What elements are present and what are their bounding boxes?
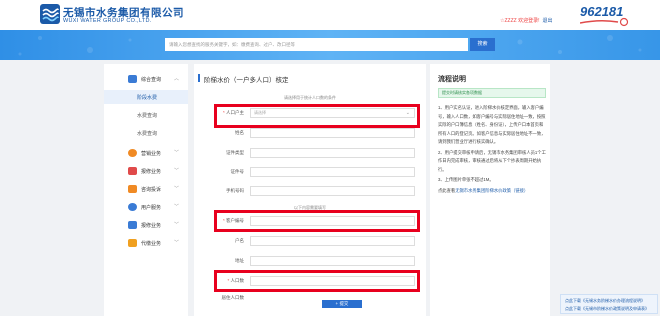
company-name-en: WUXI WATER GROUP CO.,LTD. [63, 18, 152, 24]
population-input[interactable] [250, 276, 415, 286]
sidebar-item-consult[interactable]: 咨询投诉 ﹀ [104, 182, 188, 196]
title-accent-bar [198, 74, 200, 82]
sidebar: 综合查询 ︿ 阶段水费 水费查询 水费查询 营销业务 ﹀ 报修业务 ﹀ 咨询投诉… [104, 64, 188, 316]
company-logo-icon [40, 4, 60, 24]
sidebar-subitem-label: 水费查询 [137, 131, 158, 137]
id-type-input[interactable] [250, 148, 415, 158]
phone-input[interactable] [250, 186, 415, 196]
sidebar-item-marketing[interactable]: 营销业务 ﹀ [104, 146, 188, 160]
field-household-head: * 人口户主 请选择 ⌄ [194, 106, 426, 120]
process-notice: 提交时请核实各项数据 [438, 88, 546, 98]
household-head-select[interactable]: 请选择 ⌄ [250, 108, 415, 118]
sidebar-subitem-label: 阶段水费 [137, 95, 158, 101]
chevron-up-icon: ︿ [174, 76, 180, 82]
top-header: 无锡市水务集团有限公司 WUXI WATER GROUP CO.,LTD. ☆Z… [0, 0, 660, 30]
section-hint-top: 请选择用于统计人口数的条件 [284, 95, 336, 100]
field-id-type: 证件类型 [194, 146, 426, 160]
sidebar-item-label: 咨询投诉 [141, 187, 162, 193]
process-step-2: 2、用户提交审核申请后，无锡市水务集团审核人员1个工作日内完成审核，审核通过后将… [438, 149, 546, 172]
policy-link-line: 点此查看无锡市水务集团阶梯水价政策（链接） [438, 187, 529, 193]
field-label: 户名 [235, 238, 244, 243]
field-address: 地址 [194, 254, 426, 268]
main-form-panel: 阶梯水价（一户多人口）核定 请选择用于统计人口数的条件 * 人口户主 请选择 ⌄ … [194, 64, 426, 316]
chevron-down-icon: ﹀ [174, 150, 180, 156]
download-panel: 点此下载《无锡水务阶梯水价办理流程说明》 点此下载《无锡市阶梯水价政策说明及申请… [560, 294, 658, 314]
process-panel: 流程说明 提交时请核实各项数据 1、用户实名认证，进入阶梯水价核定界面，输入客户… [430, 64, 550, 316]
chevron-down-icon: ⌄ [405, 110, 410, 116]
welcome-text: ☆ZZZZ 欢迎登录! [500, 18, 540, 24]
sidebar-item-repair-2[interactable]: 报修业务 ﹀ [104, 218, 188, 232]
sidebar-item-repair[interactable]: 报修业务 ﹀ [104, 164, 188, 178]
chevron-down-icon: ﹀ [174, 186, 180, 192]
chevron-down-icon: ﹀ [174, 222, 180, 228]
field-label: * 人口数 [227, 278, 244, 283]
process-step-3: 3、上传图片单张不超过1M。 [438, 177, 494, 182]
sidebar-item-query[interactable]: 综合查询 ︿ [104, 72, 188, 86]
field-account-name: 户名 [194, 234, 426, 248]
field-label: * 人口户主 [222, 110, 244, 115]
search-button[interactable]: 搜索 [470, 38, 495, 51]
search-banner: 请输入您想查找的服务关键字，如：缴费查询、过户、改口径等 搜索 [0, 30, 660, 60]
section-hint-mid: 以下内容需要填写 [294, 205, 326, 210]
process-title: 流程说明 [438, 76, 466, 83]
field-label: * 客户编号 [222, 218, 244, 223]
sidebar-item-user-service[interactable]: 用户服务 ﹀ [104, 200, 188, 214]
sidebar-subitem-tiered[interactable]: 阶段水费 [104, 90, 188, 104]
field-name: 姓名 [194, 126, 426, 140]
sidebar-item-label: 报修业务 [141, 169, 162, 175]
field-customer-number: * 客户编号 [194, 214, 426, 228]
account-name-input[interactable] [250, 236, 415, 246]
sidebar-item-label: 综合查询 [141, 77, 162, 83]
field-label: 地址 [235, 258, 244, 263]
sidebar-subitem-fee[interactable]: 水费查询 [104, 126, 188, 140]
sidebar-item-label: 营销业务 [141, 151, 162, 157]
field-label: 手机号码 [226, 188, 244, 193]
user-icon [128, 203, 137, 211]
sidebar-item-label: 用户服务 [141, 205, 162, 211]
name-input[interactable] [250, 128, 415, 138]
submit-button[interactable]: + 提交 [322, 300, 362, 308]
search-input[interactable]: 请输入您想查找的服务关键字，如：缴费查询、过户、改口径等 [165, 38, 468, 51]
chevron-down-icon: ﹀ [174, 204, 180, 210]
tool-icon [128, 221, 137, 229]
sidebar-item-label: 代缴业务 [141, 241, 162, 247]
field-phone: 手机号码 [194, 184, 426, 198]
policy-link[interactable]: 无锡市水务集团阶梯水价政策（链接） [455, 188, 528, 193]
id-number-input[interactable] [250, 167, 415, 177]
download-link-process[interactable]: 点此下载《无锡水务阶梯水价办理流程说明》 [565, 298, 645, 304]
field-label: 居住人口数 [221, 295, 245, 300]
hotline-swoosh-icon [580, 17, 629, 27]
bank-icon [128, 239, 137, 247]
wrench-icon [128, 167, 137, 175]
sidebar-item-payment[interactable]: 代缴业务 ﹀ [104, 236, 188, 250]
field-label: 证件类型 [226, 150, 244, 155]
sidebar-subitem-label: 水费查询 [137, 113, 158, 119]
address-input[interactable] [250, 256, 415, 266]
user-status: ☆ZZZZ 欢迎登录! 退出 [500, 17, 553, 24]
sidebar-item-label: 报修业务 [141, 223, 162, 229]
page-title: 阶梯水价（一户多人口）核定 [204, 77, 289, 84]
water-drop-icon [128, 149, 137, 157]
sidebar-subitem-bill[interactable]: 水费查询 [104, 108, 188, 122]
process-step-1: 1、用户实名认证，进入阶梯水价核定界面，输入客户编号，输入人口数，如客户编号与实… [438, 105, 546, 144]
search-doc-icon [128, 75, 137, 83]
field-resident-count: 居住人口数 [194, 291, 426, 305]
chevron-down-icon: ﹀ [174, 240, 180, 246]
logout-link[interactable]: 退出 [542, 18, 552, 24]
chat-icon [128, 185, 137, 193]
field-label: 证件号 [230, 169, 245, 174]
chevron-down-icon: ﹀ [174, 168, 180, 174]
customer-number-input[interactable] [250, 216, 415, 226]
process-description: 1、用户实名认证，进入阶梯水价核定界面，输入客户编号，输入人口数，如客户编号与实… [438, 104, 546, 197]
field-label: 姓名 [235, 130, 244, 135]
field-population: * 人口数 [194, 274, 426, 288]
download-link-policy[interactable]: 点此下载《无锡市阶梯水价政策说明及申请表》 [565, 306, 649, 312]
field-id-number: 证件号 [194, 165, 426, 179]
